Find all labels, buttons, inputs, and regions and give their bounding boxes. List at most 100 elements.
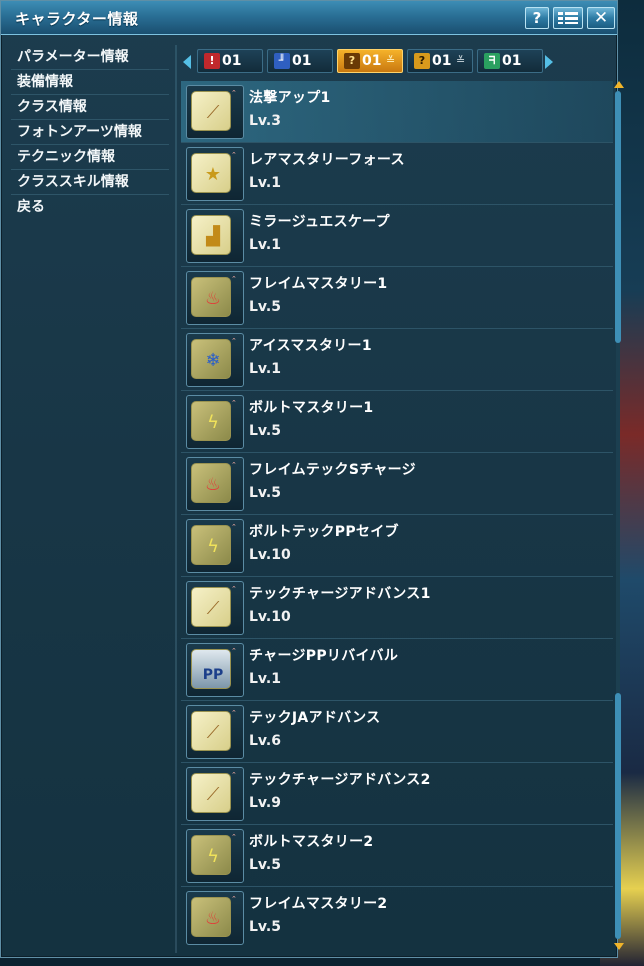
flame-icon: ♨ [204,908,222,929]
skill-name: アイスマスタリー1 [249,338,372,354]
skill-icon-frame: ϟ ⌃ [186,829,244,883]
fire-icon: ! [204,53,220,69]
skill-name: 法撃アップ1 [249,90,331,106]
skill-icon-frame: ▟ [186,209,244,263]
skill-icon-frame: ⟋ ⌃ [186,767,244,821]
title-bar: キャラクター情報 ? ✕ [1,1,617,35]
pp-icon: PP [202,667,224,683]
list-icon [558,12,578,24]
list-item[interactable]: PP ⌃ チャージPPリバイバル Lv.1 [181,639,613,701]
skill-level: Lv.1 [249,175,281,191]
menu-item-back[interactable]: 戻る [11,195,169,220]
staff-icon: ⟋ [206,784,220,805]
skill-icon-frame: ❄ ⌃ [186,333,244,387]
skill-level: Lv.1 [249,237,281,253]
chevron-down-icon: ≚ [456,54,466,67]
up-arrow-icon: ⌃ [231,833,237,841]
skill-name: フレイムテックSチャージ [249,462,416,478]
skill-list: ⟋ ⌃ 法撃アップ1 Lv.3 ★ ⌃ レアマスタリーフォース Lv.1 ▟ ミ… [181,81,615,949]
skill-level: Lv.5 [249,299,281,315]
tab-class-5-level: 01 [502,53,522,69]
list-item[interactable]: ϟ ⌃ ボルトテックPPセイブ Lv.10 [181,515,613,577]
force-icon: ? [414,53,430,69]
up-arrow-icon: ⌃ [231,151,237,159]
up-arrow-icon: ⌃ [231,895,237,903]
skill-level: Lv.1 [249,361,281,377]
list-item[interactable]: ⟋ ⌃ テックチャージアドバンス2 Lv.9 [181,763,613,825]
menu-item-class[interactable]: クラス情報 [11,95,169,120]
skill-icon-frame: ⟋ ⌃ [186,705,244,759]
help-button[interactable]: ? [525,7,549,29]
skill-level: Lv.6 [249,733,281,749]
tab-prev-arrow-icon[interactable] [183,55,191,69]
skill-level: Lv.5 [249,485,281,501]
list-item[interactable]: ⟋ ⌃ テックJAアドバンス Lv.6 [181,701,613,763]
menu-item-parameters[interactable]: パラメーター情報 [11,45,169,70]
close-button[interactable]: ✕ [587,7,615,29]
list-item[interactable]: ▟ ミラージュエスケープ Lv.1 [181,205,613,267]
skill-icon-frame: ♨ ⌃ [186,271,244,325]
tab-class-2[interactable]: ╜ 01 [267,49,333,73]
scrollbar[interactable] [614,81,624,953]
up-arrow-icon: ⌃ [231,461,237,469]
boot-icon: ▟ [206,226,220,247]
list-item[interactable]: ♨ ⌃ フレイムマスタリー2 Lv.5 [181,887,613,949]
list-item[interactable]: ★ ⌃ レアマスタリーフォース Lv.1 [181,143,613,205]
skill-icon-frame: ϟ ⌃ [186,395,244,449]
up-arrow-icon: ⌃ [231,709,237,717]
staff-icon: ⟋ [206,722,220,743]
skill-icon-frame: ♨ ⌃ [186,891,244,945]
skill-icon-frame: PP ⌃ [186,643,244,697]
tab-class-4[interactable]: ? 01 ≚ [407,49,473,73]
skill-level: Lv.9 [249,795,281,811]
tab-class-5[interactable]: ᖷ 01 [477,49,543,73]
menu-toggle-button[interactable] [553,7,583,29]
menu-item-photon-arts[interactable]: フォトンアーツ情報 [11,120,169,145]
skill-level: Lv.5 [249,919,281,935]
up-arrow-icon: ⌃ [231,523,237,531]
skill-name: ボルトマスタリー2 [249,834,374,850]
tab-next-arrow-icon[interactable] [545,55,553,69]
menu-item-equipment[interactable]: 装備情報 [11,70,169,95]
tab-class-4-level: 01 [432,53,452,69]
up-arrow-icon: ⌃ [231,771,237,779]
list-item[interactable]: ⟋ ⌃ テックチャージアドバンス1 Lv.10 [181,577,613,639]
techer-icon: ᖷ [484,53,500,69]
list-item[interactable]: ❄ ⌃ アイスマスタリー1 Lv.1 [181,329,613,391]
list-item[interactable]: ϟ ⌃ ボルトマスタリー2 Lv.5 [181,825,613,887]
menu-item-class-skills[interactable]: クラススキル情報 [11,170,169,195]
scroll-thumb[interactable] [615,91,621,343]
list-item[interactable]: ϟ ⌃ ボルトマスタリー1 Lv.5 [181,391,613,453]
window-title: キャラクター情報 [15,10,139,28]
scroll-down-arrow-icon[interactable] [614,943,624,950]
skill-level: Lv.10 [249,609,291,625]
skill-icon-frame: ★ ⌃ [186,147,244,201]
flame-icon: ♨ [204,288,222,309]
chevron-down-icon: ≚ [386,54,396,67]
bolt-icon: ϟ [207,536,219,557]
up-arrow-icon: ⌃ [231,89,237,97]
tab-class-1[interactable]: ! 01 [197,49,263,73]
list-item[interactable]: ⟋ ⌃ 法撃アップ1 Lv.3 [181,81,613,143]
flame-icon: ♨ [204,474,222,495]
tab-class-3[interactable]: ? 01 ≚ [337,49,403,73]
panel-divider [175,45,177,953]
scroll-up-arrow-icon[interactable] [614,81,624,88]
skill-icon-frame: ♨ ⌃ [186,457,244,511]
skill-name: フレイムマスタリー1 [249,276,388,292]
up-arrow-icon: ⌃ [231,647,237,655]
skill-level: Lv.3 [249,113,281,129]
skill-level: Lv.10 [249,547,291,563]
ice-icon: ❄ [205,350,221,371]
menu-item-techniques[interactable]: テクニック情報 [11,145,169,170]
list-item[interactable]: ♨ ⌃ フレイムマスタリー1 Lv.5 [181,267,613,329]
up-arrow-icon: ⌃ [231,337,237,345]
list-item[interactable]: ♨ ⌃ フレイムテックSチャージ Lv.5 [181,453,613,515]
skill-name: ミラージュエスケープ [249,214,390,230]
staff-star-icon: ★ [204,164,222,185]
bolt-icon: ϟ [207,412,219,433]
skill-name: テックチャージアドバンス1 [249,586,431,602]
skill-icon-frame: ϟ ⌃ [186,519,244,573]
scroll-thumb-lower[interactable] [615,693,621,939]
staff-icon: ⟋ [206,598,220,619]
